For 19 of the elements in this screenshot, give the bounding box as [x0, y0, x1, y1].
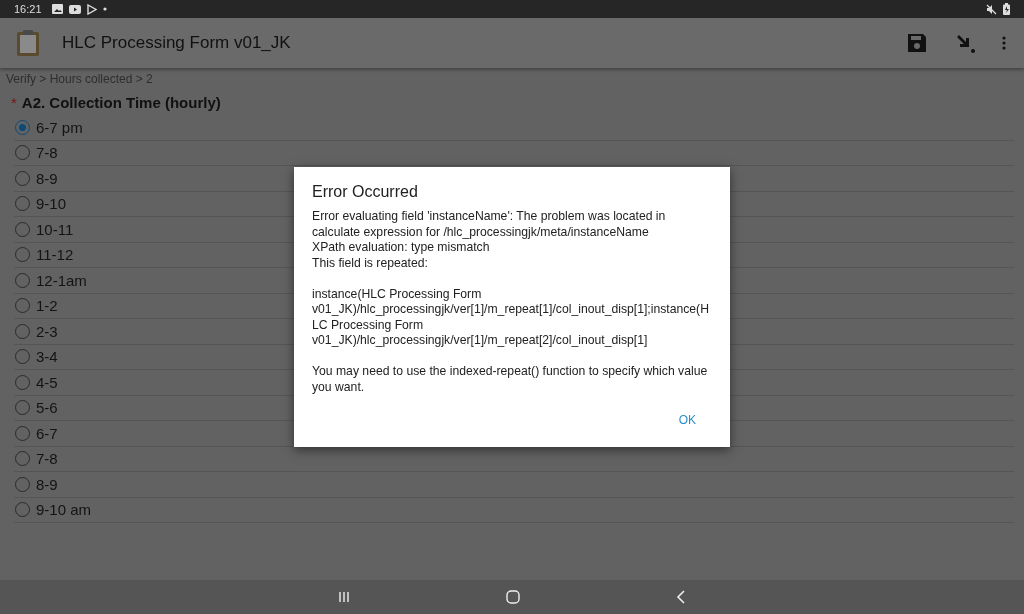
- status-time: 16:21: [14, 3, 42, 15]
- radio-option[interactable]: 7-8: [14, 140, 1014, 166]
- dialog-title: Error Occurred: [312, 183, 419, 201]
- mute-icon: [986, 3, 997, 15]
- menu-icon[interactable]: [1002, 36, 1006, 50]
- save-icon[interactable]: [906, 32, 928, 54]
- question-label: A2. Collection Time (hourly): [21, 94, 221, 111]
- radio-option[interactable]: 6-7 pm: [14, 115, 1014, 141]
- app-title: HLC Processing Form v01_JK: [62, 33, 292, 53]
- play-icon: [86, 3, 97, 15]
- radio-option[interactable]: 8-9: [14, 472, 1014, 498]
- dot-icon: [102, 7, 107, 11]
- required-mark: *: [11, 94, 17, 111]
- radio-option[interactable]: 9-10 am: [14, 497, 1014, 523]
- clipboard-icon: [16, 29, 40, 57]
- battery-icon: [1003, 3, 1010, 15]
- image-icon: [51, 4, 63, 14]
- video-icon: [68, 4, 81, 14]
- back-icon[interactable]: [676, 590, 686, 604]
